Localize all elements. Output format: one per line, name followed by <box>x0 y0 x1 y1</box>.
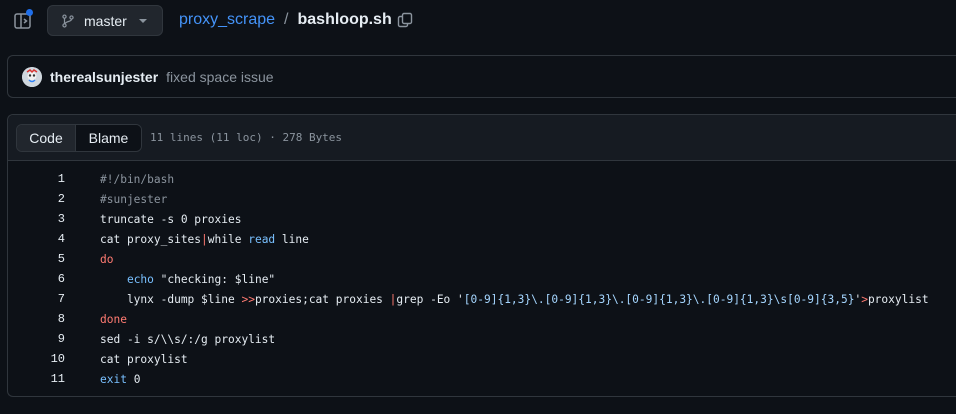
file-header: Code Blame 11 lines (11 loc) · 278 Bytes <box>8 115 956 161</box>
code-token: truncate -s 0 proxies <box>100 212 242 226</box>
line-number[interactable]: 9 <box>8 332 65 346</box>
code-token: cat proxylist <box>100 352 188 366</box>
code-token: do <box>100 252 114 266</box>
chevron-down-icon <box>138 18 147 23</box>
code-line: 9 sed -i s/\\s/:/g proxylist <box>8 329 956 349</box>
commit-author-link[interactable]: therealsunjester <box>50 69 158 85</box>
code-token: > <box>861 292 868 306</box>
branch-selector-button[interactable]: master <box>47 5 163 36</box>
line-number[interactable]: 1 <box>8 172 65 186</box>
code-token: "checking: $line" <box>160 272 276 286</box>
code-token: proxylist <box>867 292 929 306</box>
code-token: while <box>207 232 249 246</box>
code-line: 5 do <box>8 249 956 269</box>
code-line: 2 #sunjester <box>8 189 956 209</box>
code-line: 3 truncate -s 0 proxies <box>8 209 956 229</box>
avatar[interactable] <box>22 66 42 87</box>
breadcrumb-separator: / <box>284 11 289 28</box>
code-token: exit <box>100 372 127 386</box>
branch-name: master <box>84 12 127 29</box>
code-token: sed -i s/\\s/:/g proxylist <box>100 332 276 346</box>
line-number[interactable]: 10 <box>8 352 65 366</box>
code-token: ' <box>457 292 464 306</box>
code-token: cat proxy_sites <box>100 232 202 246</box>
line-number[interactable]: 3 <box>8 212 65 226</box>
code-line: 4 cat proxy_sites|while read line <box>8 229 956 249</box>
line-content: cat proxy_sites|while read line <box>100 233 309 246</box>
code-token: line <box>275 232 309 246</box>
line-content: lynx -dump $line >>proxies;cat proxies |… <box>100 293 929 306</box>
code-token: done <box>100 312 127 326</box>
line-content: echo "checking: $line" <box>100 273 275 286</box>
line-content: truncate -s 0 proxies <box>100 213 241 226</box>
breadcrumb: proxy_scrape / bashloop.sh <box>179 11 392 29</box>
line-number[interactable]: 8 <box>8 312 65 326</box>
line-number[interactable]: 2 <box>8 192 65 206</box>
line-content: #!/bin/bash <box>100 173 174 186</box>
line-number[interactable]: 4 <box>8 232 65 246</box>
code-token: #sunjester <box>100 192 168 206</box>
code-token: #!/bin/bash <box>100 172 175 186</box>
code-token: proxies;cat proxies <box>254 292 390 306</box>
commit-message-link[interactable]: fixed space issue <box>166 69 273 85</box>
line-number[interactable]: 11 <box>8 372 65 386</box>
line-content: cat proxylist <box>100 353 188 366</box>
line-number[interactable]: 7 <box>8 292 65 306</box>
view-mode-toggle: Code Blame <box>16 123 142 152</box>
code-token: >> <box>241 292 255 306</box>
code-token: | <box>201 232 208 246</box>
line-content: #sunjester <box>100 193 167 206</box>
notification-dot <box>26 9 33 16</box>
line-content: exit 0 <box>100 373 140 386</box>
tab-code[interactable]: Code <box>17 124 76 151</box>
top-bar: master proxy_scrape / bashloop.sh <box>0 0 956 42</box>
code-listing[interactable]: 1 #!/bin/bash 2 #sunjester 3 truncate -s 0 pr… <box>8 169 956 389</box>
breadcrumb-repo-link[interactable]: proxy_scrape <box>179 11 275 29</box>
code-line: 8 done <box>8 309 956 329</box>
code-line: 1 #!/bin/bash <box>8 169 956 189</box>
line-number[interactable]: 6 <box>8 272 65 286</box>
code-line: 11 exit 0 <box>8 369 956 389</box>
code-line: 6 echo "checking: $line" <box>8 269 956 289</box>
line-content: done <box>100 313 127 326</box>
code-token: 0 <box>126 372 141 386</box>
file-stats: 11 lines (11 loc) · 278 Bytes <box>150 131 343 144</box>
latest-commit-box: therealsunjester fixed space issue <box>7 55 956 98</box>
copy-path-icon[interactable] <box>397 12 413 28</box>
code-token: lynx -dump $line <box>100 292 242 306</box>
branch-icon <box>62 13 74 28</box>
line-number[interactable]: 5 <box>8 252 65 266</box>
code-token: echo <box>126 272 154 286</box>
line-content: sed -i s/\\s/:/g proxylist <box>100 333 275 346</box>
sidebar-toggle-icon[interactable] <box>13 9 33 31</box>
code-token: grep -Eo <box>396 292 458 306</box>
line-content: do <box>100 253 113 266</box>
code-line: 10 cat proxylist <box>8 349 956 369</box>
file-viewer: Code Blame 11 lines (11 loc) · 278 Bytes… <box>7 114 956 397</box>
code-token: read <box>248 232 276 246</box>
code-token: [0-9]{1,3}\.[0-9]{1,3}\.[0-9]{1,3}\.[0-9… <box>463 292 855 306</box>
tab-blame[interactable]: Blame <box>76 124 141 151</box>
code-line: 7 lynx -dump $line >>proxies;cat proxies… <box>8 289 956 309</box>
breadcrumb-file-name: bashloop.sh <box>297 11 392 28</box>
